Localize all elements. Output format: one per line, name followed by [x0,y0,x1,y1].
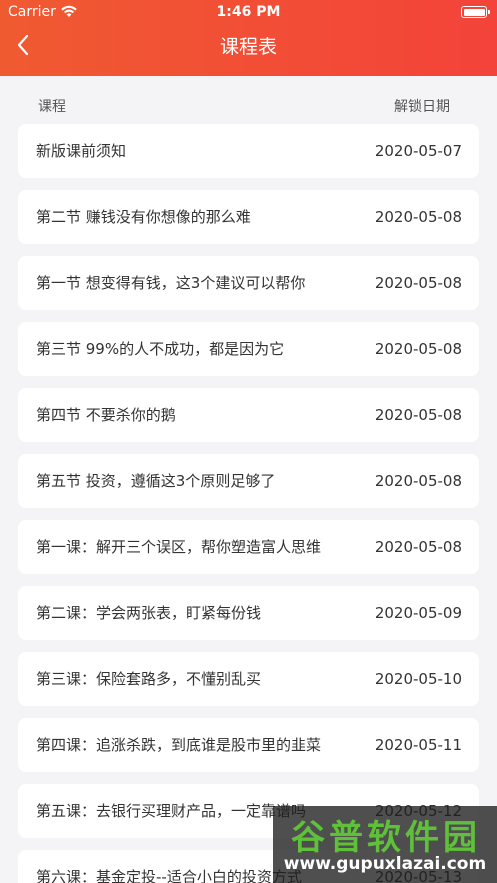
course-card[interactable]: 第六课：基金定投--适合小白的投资方式 2020-05-13 [18,850,479,883]
course-card[interactable]: 第四节 不要杀你的鹅 2020-05-08 [18,388,479,442]
course-card[interactable]: 第二课：学会两张表，盯紧每份钱 2020-05-09 [18,586,479,640]
course-unlock-date: 2020-05-08 [374,208,462,226]
course-title: 第一节 想变得有钱，这3个建议可以帮你 [36,274,306,292]
course-title: 第四课：追涨杀跌，到底谁是股市里的韭菜 [36,736,322,754]
course-title: 第三节 99%的人不成功，都是因为它 [36,340,285,358]
course-card[interactable]: 第一节 想变得有钱，这3个建议可以帮你 2020-05-08 [18,256,479,310]
course-title: 第五课：去银行买理财产品，一定靠谱吗 [36,802,307,820]
course-card[interactable]: 第五节 投资，遵循这3个原则足够了 2020-05-08 [18,454,479,508]
course-unlock-date: 2020-05-08 [374,538,462,556]
course-unlock-date: 2020-05-08 [374,274,462,292]
course-card[interactable]: 第四课：追涨杀跌，到底谁是股市里的韭菜 2020-05-11 [18,718,479,772]
course-title: 第二节 赚钱没有你想像的那么难 [36,208,251,226]
course-title: 第一课：解开三个误区，帮你塑造富人思维 [36,538,322,556]
nav-header: Carrier 1:46 PM 课程表 [0,0,497,76]
course-title: 第三课：保险套路多，不懂别乱买 [36,670,262,688]
course-unlock-date: 2020-05-10 [374,670,462,688]
course-card[interactable]: 第三节 99%的人不成功，都是因为它 2020-05-08 [18,322,479,376]
battery-icon [461,6,490,18]
course-card[interactable]: 第五课：去银行买理财产品，一定靠谱吗 2020-05-12 [18,784,479,838]
course-title: 第二课：学会两张表，盯紧每份钱 [36,604,262,622]
status-time: 1:46 PM [216,4,281,20]
page-title: 课程表 [219,36,277,58]
course-unlock-date: 2020-05-08 [374,472,462,490]
course-unlock-date: 2020-05-11 [374,736,462,754]
course-unlock-date: 2020-05-08 [374,406,462,424]
course-title: 新版课前须知 [36,142,127,160]
course-unlock-date: 2020-05-08 [374,340,462,358]
column-header-unlock-date: 解锁日期 [394,99,450,115]
column-header-course: 课程 [38,99,66,115]
course-card[interactable]: 第二节 赚钱没有你想像的那么难 2020-05-08 [18,190,479,244]
course-unlock-date: 2020-05-07 [374,142,462,160]
course-unlock-date: 2020-05-09 [374,604,462,622]
status-bar: Carrier 1:46 PM [0,0,497,26]
course-card[interactable]: 第一课：解开三个误区，帮你塑造富人思维 2020-05-08 [18,520,479,574]
course-card[interactable]: 第三课：保险套路多，不懂别乱买 2020-05-10 [18,652,479,706]
course-unlock-date: 2020-05-12 [374,802,462,820]
course-title: 第五节 投资，遵循这3个原则足够了 [36,472,276,490]
course-unlock-date: 2020-05-13 [374,868,462,883]
course-title: 第六课：基金定投--适合小白的投资方式 [36,868,302,883]
course-title: 第四节 不要杀你的鹅 [36,406,176,424]
course-card[interactable]: 新版课前须知 2020-05-07 [18,124,479,178]
